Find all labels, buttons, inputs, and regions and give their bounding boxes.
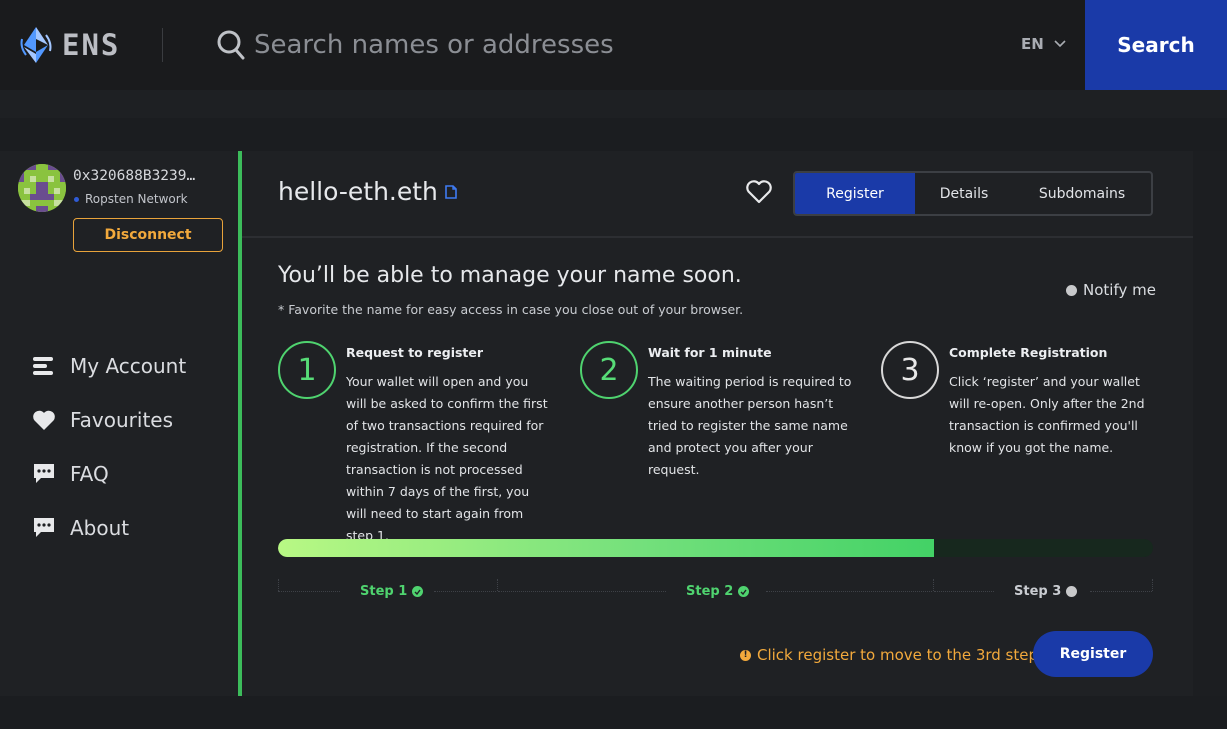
step-timeline: Step 1 Step 2 Step 3 <box>278 579 1153 609</box>
timeline-step-1: Step 1 <box>360 584 424 599</box>
search-input[interactable] <box>254 24 954 66</box>
account-icon <box>32 356 56 376</box>
progress-fill <box>278 539 935 557</box>
step-description: Click ‘register’ and your wallet will re… <box>949 374 1145 455</box>
language-selector[interactable]: EN <box>1021 35 1066 53</box>
registration-panel: hello-eth.eth Register Details Subdomain… <box>242 151 1193 696</box>
step-number: 3 <box>881 341 939 399</box>
tab-register[interactable]: Register <box>795 173 915 214</box>
network-label: Ropsten Network <box>85 192 188 206</box>
check-icon <box>738 586 750 597</box>
search-button[interactable]: Search <box>1085 0 1227 90</box>
step-title: Request to register <box>346 345 484 360</box>
step-title: Complete Registration <box>949 345 1108 360</box>
next-step-hint: ! Click register to move to the 3rd step <box>740 646 1038 664</box>
favourite-note: * Favorite the name for easy access in c… <box>278 302 744 317</box>
step-number: 2 <box>580 341 638 399</box>
timeline-tick <box>1152 579 1153 591</box>
timeline-tick <box>933 579 934 591</box>
domain-tabs: Register Details Subdomains <box>793 171 1153 216</box>
wallet-address: 0x320688B3239… <box>73 168 196 184</box>
network-status-dot <box>74 196 79 202</box>
chat-icon <box>32 463 56 485</box>
sidebar: 0x320688B3239… Ropsten Network Disconnec… <box>0 151 238 696</box>
favourite-heart-icon[interactable] <box>745 179 773 209</box>
status-heading: You’ll be able to manage your name soon. <box>278 263 742 288</box>
timeline-line <box>934 591 994 592</box>
timeline-line <box>1090 591 1152 592</box>
notify-label: Notify me <box>1083 281 1156 299</box>
hint-text: Click register to move to the 3rd step <box>757 646 1039 664</box>
sidebar-item-favourites[interactable]: Favourites <box>32 393 186 447</box>
timeline-step-3: Step 3 <box>1014 584 1078 599</box>
registration-progress-bar <box>278 539 1153 557</box>
timeline-line <box>766 591 932 592</box>
avatar <box>18 164 66 212</box>
timeline-tick <box>278 579 279 591</box>
timeline-step-label: Step 1 <box>360 584 408 599</box>
timeline-step-label: Step 3 <box>1014 584 1062 599</box>
register-button[interactable]: Register <box>1033 631 1153 677</box>
notify-me-toggle[interactable]: Notify me <box>1066 281 1156 299</box>
sidebar-item-label: FAQ <box>70 462 109 486</box>
ens-logo[interactable]: ENS <box>18 25 120 65</box>
top-header: ENS EN Search <box>0 0 1227 90</box>
timeline-step-label: Step 2 <box>686 584 734 599</box>
tab-details[interactable]: Details <box>915 173 1013 214</box>
right-gutter <box>1193 151 1227 696</box>
timeline-line <box>498 591 666 592</box>
sidebar-item-label: My Account <box>70 354 187 378</box>
ens-logo-icon <box>20 27 52 63</box>
network-indicator: Ropsten Network <box>74 192 188 206</box>
header-band <box>0 90 1227 118</box>
timeline-line <box>278 591 340 592</box>
sidebar-nav: My Account Favourites FAQ About <box>32 339 186 555</box>
sidebar-item-my-account[interactable]: My Account <box>32 339 186 393</box>
step-title: Wait for 1 minute <box>648 345 772 360</box>
sidebar-item-label: Favourites <box>70 408 174 432</box>
tab-subdomains[interactable]: Subdomains <box>1013 173 1151 214</box>
search-icon <box>217 30 245 64</box>
sidebar-item-label: About <box>70 516 130 540</box>
heart-icon <box>32 409 56 431</box>
step-description: The waiting period is required to ensure… <box>648 374 852 477</box>
logo-text: ENS <box>62 28 121 62</box>
disconnect-button[interactable]: Disconnect <box>73 218 223 252</box>
domain-name: hello-eth.eth <box>278 177 438 206</box>
chat-icon <box>32 517 56 539</box>
sidebar-item-about[interactable]: About <box>32 501 186 555</box>
timeline-tick <box>497 579 498 591</box>
info-icon: ! <box>740 649 751 661</box>
copy-icon[interactable] <box>444 184 458 204</box>
header-divider-line <box>242 236 1193 238</box>
step-description: Your wallet will open and you will be as… <box>346 374 548 543</box>
check-icon <box>412 586 424 597</box>
step-number: 1 <box>278 341 336 399</box>
header-divider <box>162 28 163 62</box>
timeline-step-2: Step 2 <box>686 584 750 599</box>
chevron-down-icon <box>1054 40 1066 48</box>
domain-heading: hello-eth.eth <box>278 177 458 206</box>
notify-status-dot <box>1066 284 1077 296</box>
sidebar-item-faq[interactable]: FAQ <box>32 447 186 501</box>
pending-status-dot <box>1066 586 1078 597</box>
timeline-line <box>434 591 496 592</box>
language-label: EN <box>1021 35 1044 53</box>
